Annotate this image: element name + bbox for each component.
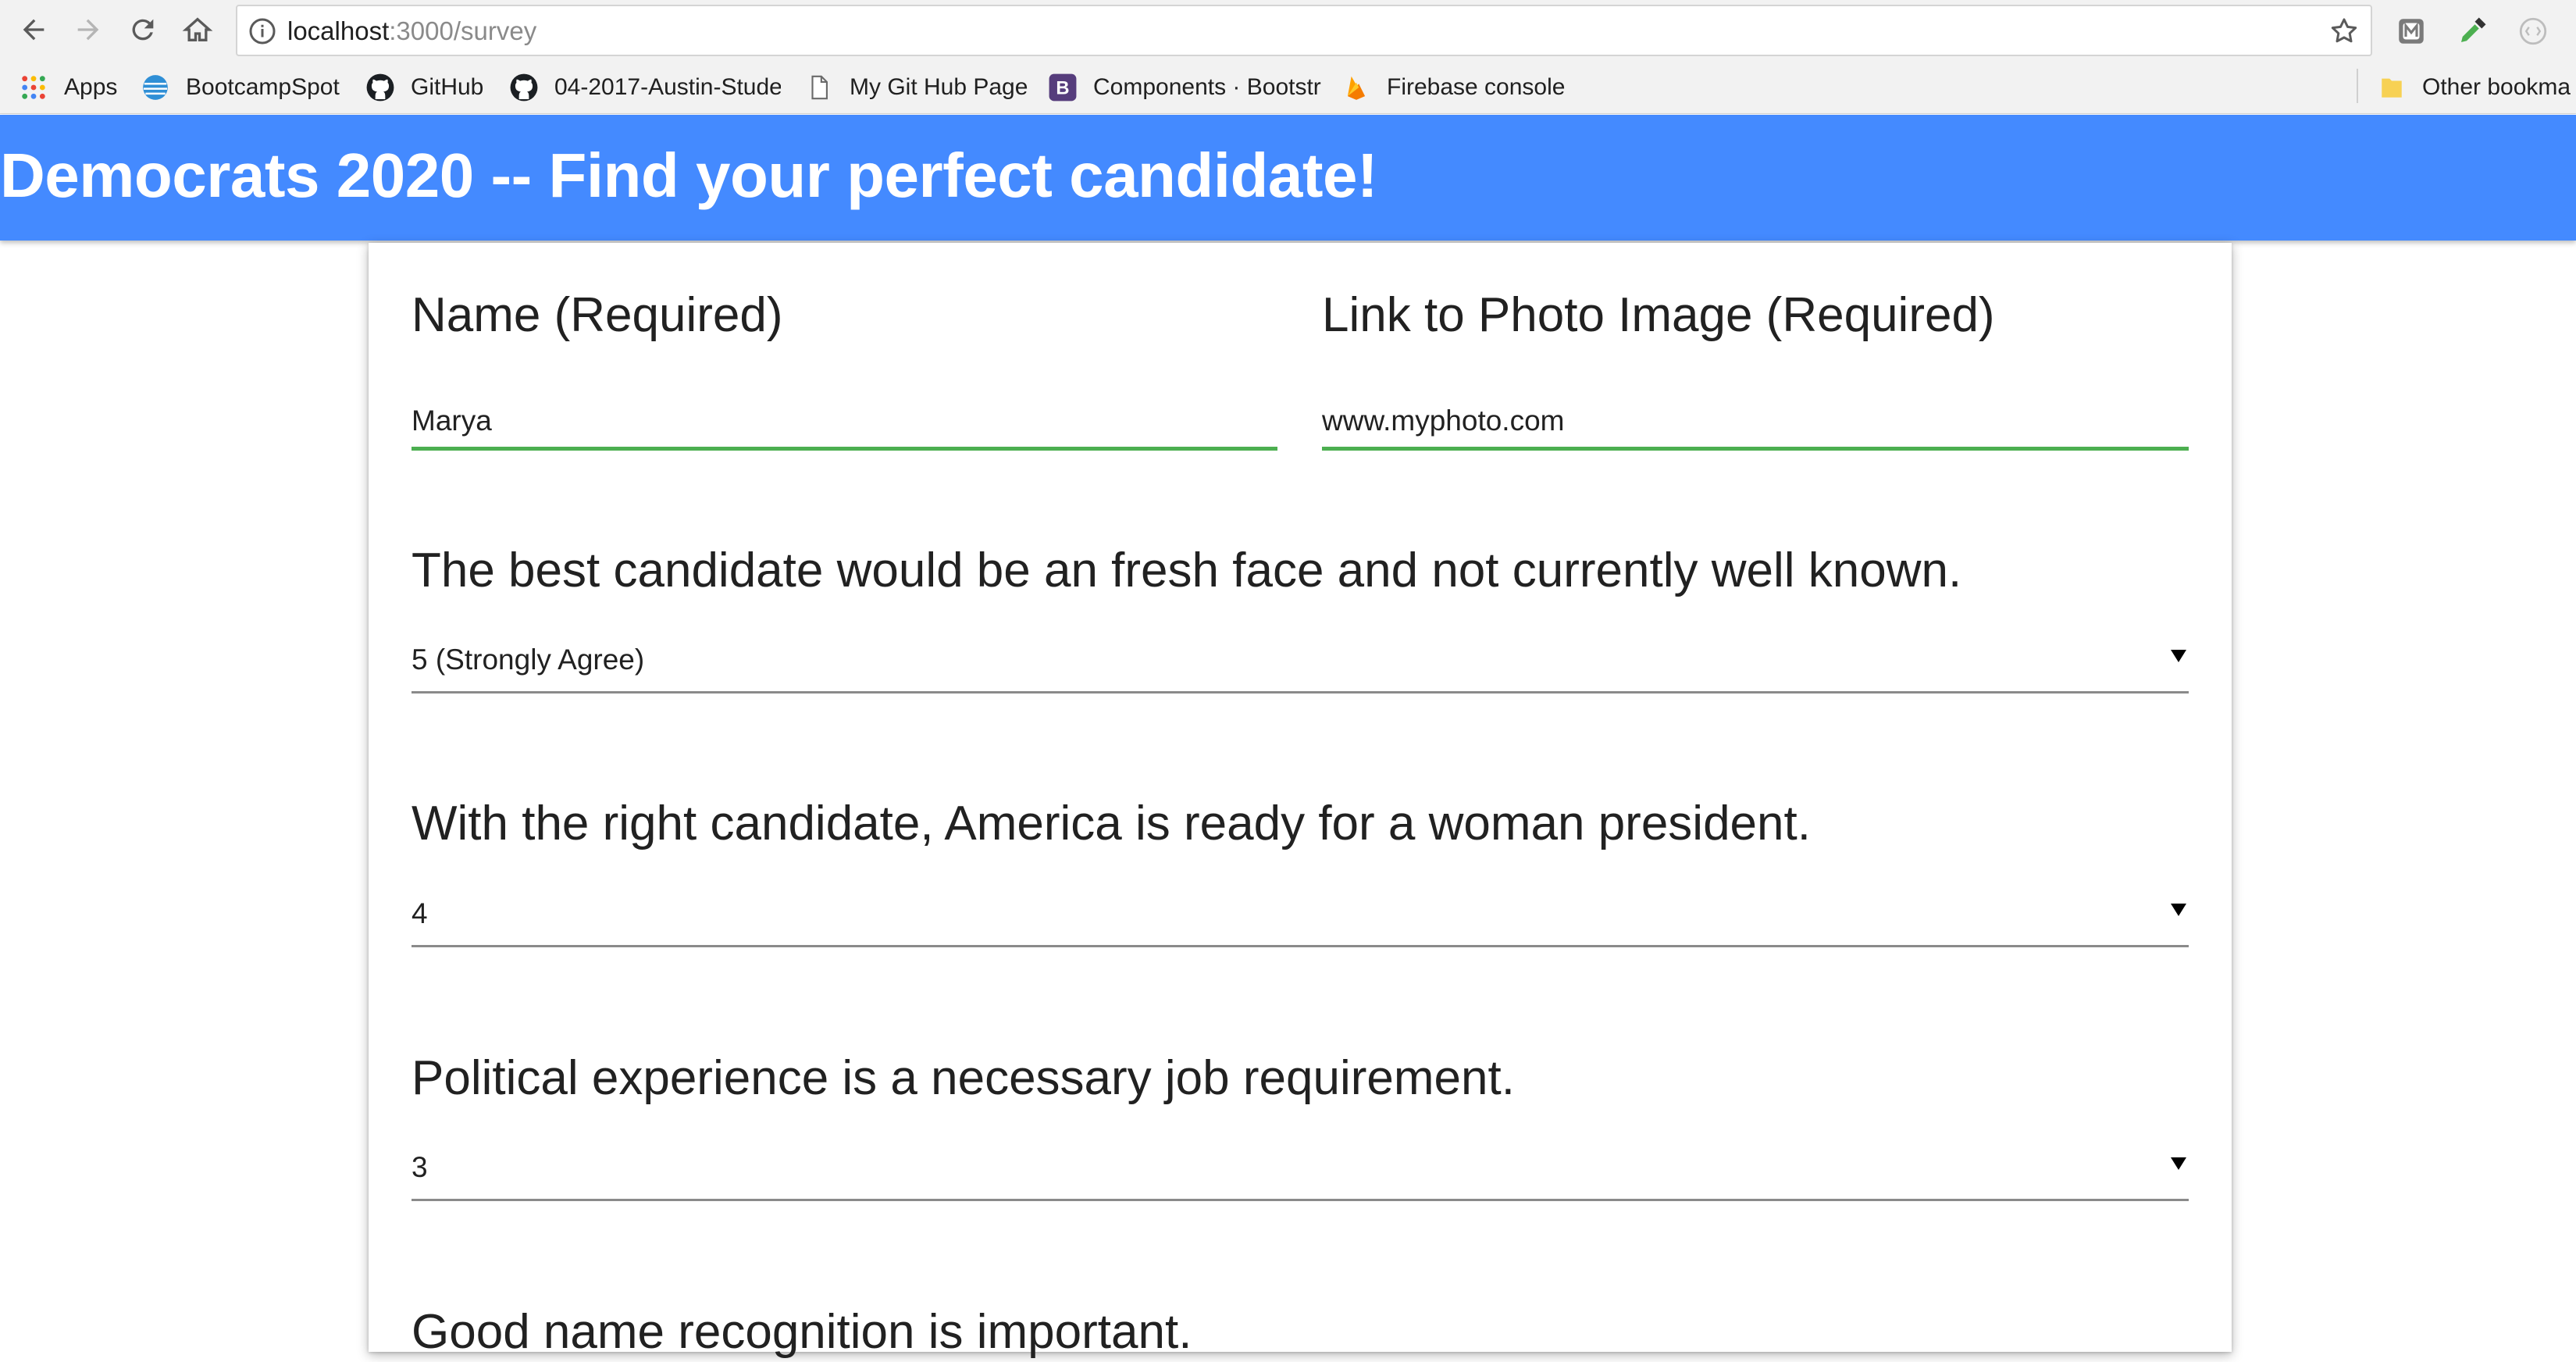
bookmarks-bar: Apps BootcampSpot GitHub 04-2017-Austin-… [0, 61, 2576, 114]
bookmark-github[interactable]: GitHub [365, 72, 483, 103]
dropdown-caret-icon [2171, 904, 2186, 916]
att-globe-icon [141, 73, 170, 102]
url-path: :3000/survey [389, 16, 537, 45]
home-icon [182, 17, 213, 41]
bookmarks-divider [2357, 69, 2358, 103]
bookmark-label: 04-2017-Austin-Stude [554, 74, 781, 100]
bookmark-label: Apps [64, 74, 118, 100]
survey-form-card: Name (Required) Link to Photo Image (Req… [369, 243, 2232, 1359]
apps-grid-icon [19, 73, 48, 102]
question-3-select[interactable]: 3 [412, 1139, 2189, 1201]
bookmark-label: BootcampSpot [186, 74, 340, 100]
question-4-label: Good name recognition is important. [412, 1305, 1192, 1359]
reload-button[interactable] [123, 10, 162, 49]
page-icon [804, 73, 834, 102]
extension-circle-button[interactable] [2516, 14, 2550, 48]
bookmark-my-git-hub-page[interactable]: My Git Hub Page [804, 72, 1028, 103]
info-icon[interactable] [248, 17, 276, 45]
bookmark-bootcampspot[interactable]: BootcampSpot [141, 72, 340, 103]
bookmark-label: Components · Bootstr [1093, 74, 1321, 100]
bookmark-label: Other bookma [2422, 74, 2571, 100]
bookmark-other-bookmarks[interactable]: Other bookma [2377, 72, 2576, 103]
question-1-select[interactable]: 5 (Strongly Agree) [412, 631, 2189, 693]
app-header: Democrats 2020 -- Find your perfect cand… [0, 115, 2576, 241]
page-title: Democrats 2020 -- Find your perfect cand… [0, 141, 1378, 210]
bookmark-label: Firebase console [1387, 74, 1566, 100]
browser-toolbar: localhost:3000/survey [0, 0, 2576, 61]
photo-link-input[interactable] [1322, 394, 2189, 451]
extension-m-button[interactable] [2394, 14, 2428, 48]
bookmark-star-icon[interactable] [2328, 16, 2360, 47]
dropdown-caret-icon [2171, 650, 2186, 662]
question-2-selected-value: 4 [412, 897, 428, 929]
extension-m-icon [2399, 19, 2424, 44]
github-icon [509, 73, 539, 102]
question-1-selected-value: 5 (Strongly Agree) [412, 644, 645, 676]
firebase-icon [1341, 73, 1371, 102]
question-2-select[interactable]: 4 [412, 885, 2189, 947]
back-arrow-icon [23, 19, 45, 41]
folder-icon [2377, 73, 2407, 102]
photo-link-label: Link to Photo Image (Required) [1322, 288, 1995, 342]
dropdown-caret-icon [2171, 1157, 2186, 1170]
bookmark-firebase-console[interactable]: Firebase console [1341, 72, 1565, 103]
url-text: localhost:3000/survey [287, 16, 536, 47]
name-label: Name (Required) [412, 288, 783, 342]
url-host: localhost [287, 16, 390, 45]
back-button[interactable] [14, 10, 53, 49]
bookmark-label: GitHub [411, 74, 484, 100]
name-input[interactable] [412, 394, 1277, 451]
bookmark-apps[interactable]: Apps [19, 72, 117, 103]
question-3-label: Political experience is a necessary job … [412, 1051, 1515, 1105]
bookmark-bootstrap-components[interactable]: B Components · Bootstr [1048, 72, 1323, 103]
home-button[interactable] [178, 10, 217, 49]
svg-text:B: B [1056, 78, 1069, 99]
bookmark-austin-students[interactable]: 04-2017-Austin-Stude [509, 72, 781, 103]
github-icon [365, 73, 395, 102]
reload-icon [132, 19, 154, 41]
question-3-selected-value: 3 [412, 1151, 428, 1183]
bookmark-label: My Git Hub Page [850, 74, 1028, 100]
eyedropper-button[interactable] [2455, 14, 2489, 48]
eyedropper-icon [2461, 17, 2486, 42]
question-2-label: With the right candidate, America is rea… [412, 797, 1811, 850]
question-1-label: The best candidate would be an fresh fac… [412, 544, 1962, 597]
extension-circle-icon [2519, 17, 2547, 45]
address-bar[interactable]: localhost:3000/survey [236, 5, 2372, 56]
forward-button[interactable] [69, 10, 108, 49]
forward-arrow-icon [77, 19, 99, 41]
bootstrap-icon: B [1048, 73, 1078, 102]
